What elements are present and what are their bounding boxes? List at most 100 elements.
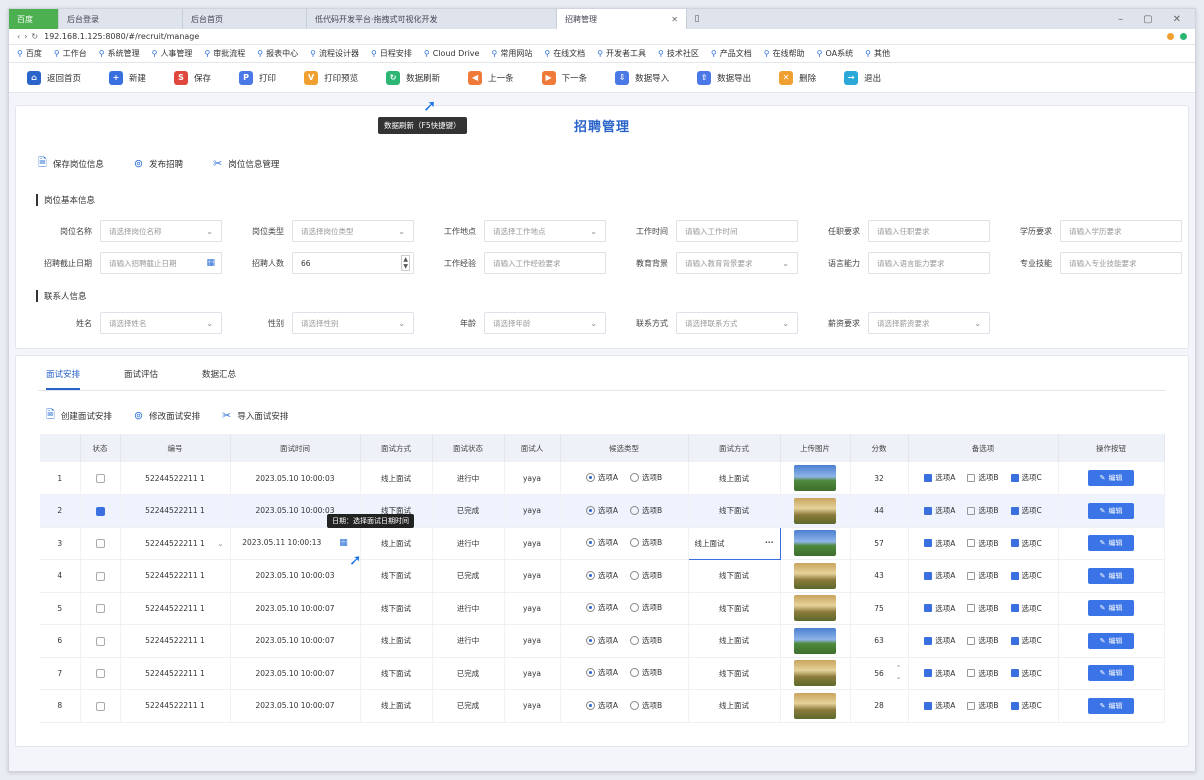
- option-checkbox[interactable]: 选项C: [1010, 700, 1042, 711]
- bookmark-item[interactable]: ⚲ 技术社区: [658, 48, 699, 59]
- option-checkbox[interactable]: 选项B: [967, 700, 999, 711]
- radio-button[interactable]: [585, 700, 595, 710]
- bookmark-item[interactable]: ⚲ 在线帮助: [764, 48, 805, 59]
- landscape-thumbnail[interactable]: [794, 530, 836, 557]
- checkbox[interactable]: [1010, 539, 1019, 547]
- landscape-thumbnail[interactable]: [794, 660, 836, 687]
- bookmark-item[interactable]: ⚲ 审批流程: [204, 48, 245, 59]
- option-checkbox[interactable]: 选项B: [967, 603, 999, 614]
- option-checkbox[interactable]: 选项C: [1010, 472, 1042, 483]
- forward-icon[interactable]: ›: [24, 32, 27, 41]
- option-checkbox[interactable]: 选项C: [1010, 570, 1042, 581]
- field-select[interactable]: 请选择岗位名称 ⌄: [100, 220, 222, 242]
- field-input[interactable]: 请输入专业技能要求: [1060, 252, 1182, 274]
- option-checkbox[interactable]: 选项A: [924, 700, 955, 711]
- manage-jobs-button[interactable]: ✂ 岗位信息管理: [213, 154, 279, 173]
- radio-button[interactable]: [629, 505, 639, 515]
- field-input[interactable]: 请输入任职要求: [868, 220, 990, 242]
- field-input[interactable]: 请输入工作经验要求: [484, 252, 606, 274]
- minimize-icon[interactable]: –: [1118, 14, 1123, 25]
- more-icon[interactable]: ···: [765, 538, 774, 547]
- publish-button[interactable]: ⊚ 发布招聘: [134, 154, 183, 173]
- checkbox[interactable]: [1010, 571, 1019, 580]
- checkbox[interactable]: [924, 539, 933, 547]
- radio-option[interactable]: 选项B: [629, 667, 662, 678]
- radio-option[interactable]: 选项A: [585, 570, 618, 581]
- field-select[interactable]: 请选择性别 ⌄: [292, 312, 414, 334]
- radio-option[interactable]: 选项B: [629, 635, 662, 646]
- option-checkbox[interactable]: 选项B: [967, 570, 999, 581]
- bookmark-item[interactable]: ⚲ OA系统: [817, 48, 854, 59]
- edit-button[interactable]: ✎ 编辑: [1088, 535, 1134, 552]
- print-button[interactable]: P 打印: [231, 67, 284, 89]
- option-checkbox[interactable]: 选项C: [1010, 635, 1042, 646]
- edit-button[interactable]: ✎ 编辑: [1088, 632, 1134, 649]
- prev-button[interactable]: ◀ 上一条: [460, 67, 522, 89]
- option-checkbox[interactable]: 选项A: [924, 538, 955, 549]
- radio-button[interactable]: [629, 635, 639, 645]
- radio-button[interactable]: [629, 603, 639, 613]
- checkbox[interactable]: [967, 669, 976, 677]
- edit-button[interactable]: ✎ 编辑: [1088, 697, 1134, 714]
- browser-tab[interactable]: 后台登录: [59, 9, 183, 29]
- radio-button[interactable]: [629, 700, 639, 710]
- checkbox[interactable]: [1010, 506, 1019, 515]
- field-select[interactable]: 请选择工作地点 ⌄: [484, 220, 606, 242]
- field-select[interactable]: 请输入教育背景要求 ⌄: [676, 252, 798, 274]
- edit-button[interactable]: ✎ 编辑: [1088, 665, 1134, 682]
- option-checkbox[interactable]: 选项C: [1010, 668, 1042, 679]
- radio-button[interactable]: [585, 538, 595, 548]
- home-button[interactable]: ⌂ 返回首页: [19, 67, 89, 89]
- landscape-thumbnail[interactable]: [794, 562, 836, 589]
- browser-tab[interactable]: 低代码开发平台·拖拽式可视化开发: [307, 9, 557, 29]
- back-icon[interactable]: ‹: [17, 32, 20, 41]
- bookmark-item[interactable]: ⚲ 流程设计器: [310, 48, 359, 59]
- checkbox[interactable]: [967, 539, 976, 547]
- bookmark-item[interactable]: ⚲ 开发者工具: [597, 48, 646, 59]
- option-checkbox[interactable]: 选项B: [967, 505, 999, 516]
- radio-button[interactable]: [629, 473, 639, 482]
- landscape-thumbnail[interactable]: [794, 692, 836, 719]
- field-select[interactable]: 请选择岗位类型 ⌄: [292, 220, 414, 242]
- bookmark-item[interactable]: ⚲ 产品文档: [711, 48, 752, 59]
- field-input[interactable]: 请输入语言能力要求: [868, 252, 990, 274]
- row-checkbox[interactable]: [95, 701, 105, 711]
- url-field[interactable]: 192.168.1.125:8080/#/recruit/manage: [44, 32, 199, 41]
- edit-interview-button[interactable]: ⊚ 修改面试安排: [134, 406, 200, 425]
- mode2-cell[interactable]: 线上面试 ···: [687, 526, 781, 560]
- number-stepper[interactable]: ▲ ▼: [401, 255, 410, 271]
- edit-button[interactable]: ✎ 编辑: [1088, 502, 1134, 519]
- calendar-icon[interactable]: ▦: [339, 538, 348, 548]
- export-button[interactable]: ⇧ 数据导出: [689, 67, 759, 89]
- tab-interview-evaluation[interactable]: 面试评估: [124, 368, 158, 390]
- checkbox[interactable]: [967, 701, 976, 710]
- option-checkbox[interactable]: 选项A: [924, 668, 955, 679]
- bookmark-item[interactable]: ⚲ 常用网站: [491, 48, 532, 59]
- option-checkbox[interactable]: 选项A: [924, 472, 955, 483]
- radio-option[interactable]: 选项A: [585, 667, 618, 678]
- bookmark-item[interactable]: ⚲ 在线文档: [544, 48, 585, 59]
- field-date[interactable]: 请输入招聘截止日期 ▦: [100, 252, 222, 274]
- landscape-thumbnail[interactable]: [794, 497, 836, 524]
- refresh-button[interactable]: ↻ 数据刷新: [378, 67, 448, 89]
- checkbox[interactable]: [924, 571, 933, 580]
- radio-option[interactable]: 选项B: [629, 505, 662, 516]
- checkbox[interactable]: [967, 636, 976, 645]
- row-checkbox[interactable]: [95, 604, 105, 613]
- row-checkbox[interactable]: [95, 539, 105, 548]
- bookmark-item[interactable]: ⚲ 报表中心: [257, 48, 298, 59]
- chevron-down-icon[interactable]: ⌄: [217, 539, 223, 548]
- radio-option[interactable]: 选项B: [629, 537, 662, 548]
- option-checkbox[interactable]: 选项A: [924, 603, 955, 614]
- new-tab-button[interactable]: ▯: [687, 9, 707, 29]
- reload-icon[interactable]: ↻: [31, 32, 38, 41]
- field-select[interactable]: 请选择年龄 ⌄: [484, 312, 606, 334]
- option-checkbox[interactable]: 选项B: [967, 472, 999, 483]
- field-select[interactable]: 请选择联系方式 ⌄: [676, 312, 798, 334]
- radio-button[interactable]: [585, 570, 595, 580]
- option-checkbox[interactable]: 选项C: [1010, 505, 1042, 516]
- edit-button[interactable]: ✎ 编辑: [1088, 600, 1134, 617]
- option-checkbox[interactable]: 选项B: [967, 635, 999, 646]
- import-button[interactable]: ⇩ 数据导入: [607, 67, 677, 89]
- bookmark-item[interactable]: ⚲ 日程安排: [371, 48, 412, 59]
